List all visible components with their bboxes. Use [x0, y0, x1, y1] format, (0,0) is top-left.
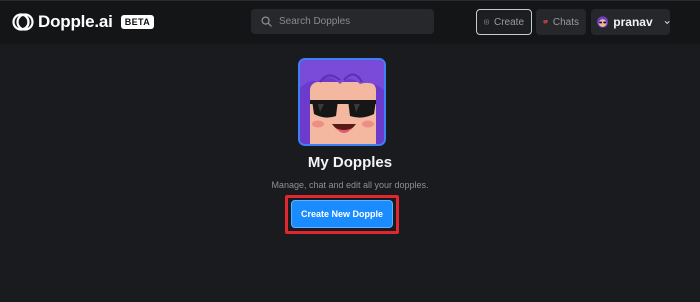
dopple-mascot-image	[298, 58, 386, 146]
page-subtitle: Manage, chat and edit all your dopples.	[271, 180, 429, 190]
chats-button-label: Chats	[552, 16, 579, 28]
create-button[interactable]: Create	[476, 9, 532, 35]
brand-name: Dopple.ai	[38, 12, 113, 31]
user-menu-button[interactable]: pranav	[591, 9, 670, 35]
page-title: My Dopples	[307, 154, 393, 171]
search-icon	[261, 16, 272, 27]
mascot-illustration	[300, 60, 384, 144]
search-input[interactable]	[279, 16, 429, 27]
username: pranav	[613, 15, 653, 29]
top-navigation-bar: Dopple.ai BETA Create Chats	[0, 0, 700, 44]
create-new-dopple-button[interactable]: Create New Dopple	[291, 200, 393, 228]
chevron-down-icon	[664, 20, 670, 24]
brand-logo[interactable]: Dopple.ai BETA	[12, 11, 155, 33]
search-bar[interactable]	[251, 9, 434, 34]
dopple-logo-icon	[12, 13, 34, 31]
create-icon	[484, 19, 489, 25]
user-avatar	[597, 16, 609, 28]
beta-badge: BETA	[120, 15, 155, 29]
chats-icon	[543, 19, 548, 25]
chats-button[interactable]: Chats	[536, 9, 586, 35]
create-button-label: Create	[493, 16, 524, 28]
